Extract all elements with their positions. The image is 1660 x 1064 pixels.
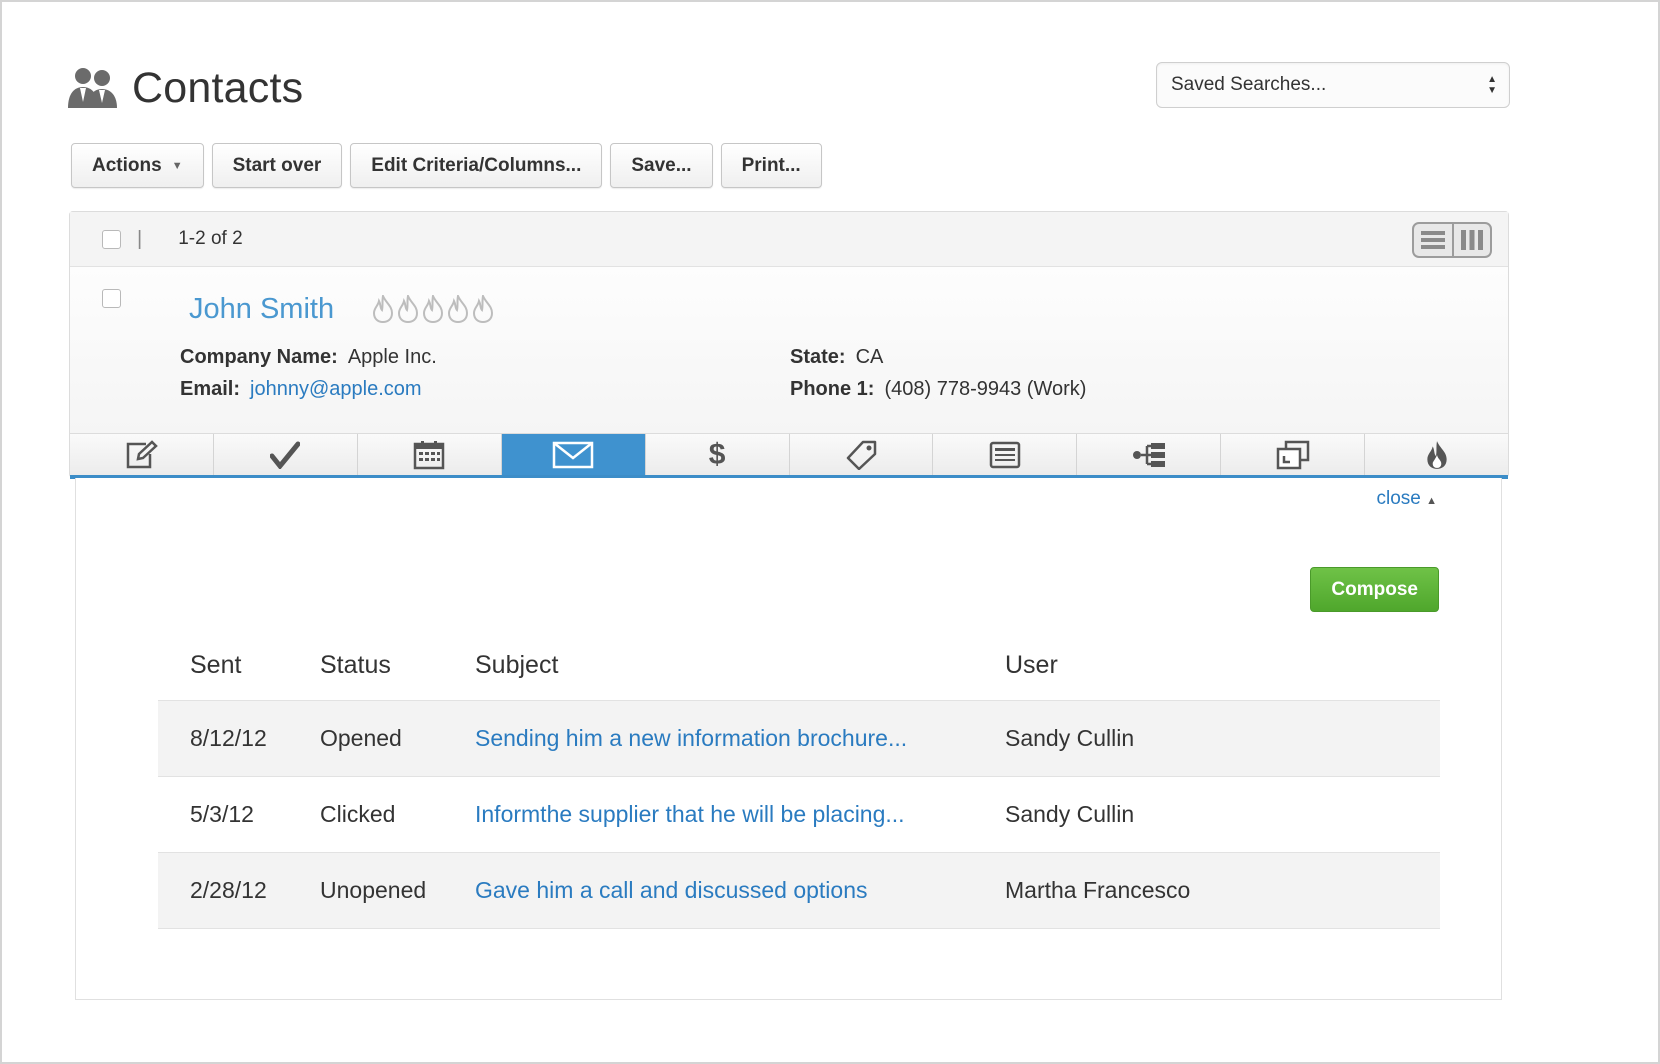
calendar-icon	[414, 440, 445, 469]
status-cell: Unopened	[320, 852, 475, 929]
table-row[interactable]: 2/28/12 Unopened Gave him a call and dis…	[158, 852, 1440, 929]
lead-score-rating[interactable]	[372, 295, 494, 323]
column-header-sent[interactable]: Sent	[158, 632, 320, 701]
result-range: 1-2 of 2	[178, 228, 243, 249]
subject-link[interactable]: Gave him a call and discussed options	[475, 877, 868, 903]
contact-row: John Smith Company Name: Apple Inc. Email…	[70, 267, 1508, 433]
sent-cell: 8/12/12	[158, 700, 320, 777]
subject-cell: Sending him a new information brochure..…	[475, 700, 1005, 777]
start-over-button[interactable]: Start over	[211, 143, 343, 188]
save-button[interactable]: Save...	[610, 143, 713, 188]
phone-value: (408) 778-9943 (Work)	[884, 378, 1087, 400]
actions-button[interactable]: Actions ▼	[71, 143, 204, 188]
sent-cell: 5/3/12	[158, 776, 320, 853]
caret-up-icon: ▲	[1426, 495, 1437, 507]
close-label: close	[1376, 488, 1421, 509]
user-cell: Martha Francesco	[1005, 852, 1440, 929]
status-cell: Clicked	[320, 776, 475, 853]
column-header-subject[interactable]: Subject	[475, 632, 1005, 701]
flame-rating-icon	[447, 295, 469, 323]
email-field: Email: johnny@apple.com	[180, 378, 422, 401]
flame-rating-icon	[472, 295, 494, 323]
column-view-icon[interactable]	[1451, 224, 1490, 256]
company-value: Apple Inc.	[347, 346, 437, 368]
subject-link[interactable]: Informthe supplier that he will be placi…	[475, 801, 905, 827]
table-header-row: Sent Status Subject User	[158, 632, 1440, 701]
page-title: Contacts	[132, 63, 304, 112]
dollar-icon: $	[708, 437, 726, 471]
contacts-icon	[68, 68, 117, 108]
state-label: State:	[790, 346, 846, 368]
caret-down-icon: ▼	[171, 159, 183, 172]
table-row[interactable]: 5/3/12 Clicked Informthe supplier that h…	[158, 776, 1440, 853]
tab-orders[interactable]: $	[646, 434, 790, 475]
flame-icon	[1426, 440, 1447, 469]
user-cell: Sandy Cullin	[1005, 700, 1440, 777]
tag-icon	[846, 440, 877, 470]
contact-list-panel: | 1-2 of 2 John Smith Company Name: Apple…	[69, 211, 1509, 479]
email-icon	[552, 441, 594, 468]
tab-tasks[interactable]	[214, 434, 358, 475]
subject-cell: Informthe supplier that he will be placi…	[475, 776, 1005, 853]
toolbar: Actions ▼ Start over Edit Criteria/Colum…	[71, 143, 822, 188]
tab-files[interactable]	[933, 434, 1078, 475]
phone-label: Phone 1:	[790, 378, 875, 400]
tab-notes[interactable]	[70, 434, 214, 475]
compose-button[interactable]: Compose	[1310, 567, 1439, 612]
edit-note-icon	[127, 439, 159, 468]
close-link[interactable]: close ▲	[1376, 488, 1437, 510]
tab-tags[interactable]	[790, 434, 934, 475]
list-header: | 1-2 of 2	[70, 212, 1508, 267]
table-row[interactable]: 8/12/12 Opened Sending him a new informa…	[158, 700, 1440, 777]
email-table: Sent Status Subject User 8/12/12 Opened …	[158, 632, 1440, 929]
email-link[interactable]: johnny@apple.com	[250, 378, 422, 400]
edit-criteria-button[interactable]: Edit Criteria/Columns...	[350, 143, 603, 188]
sent-cell: 2/28/12	[158, 852, 320, 929]
duplicate-icon	[1276, 440, 1309, 469]
column-header-user[interactable]: User	[1005, 632, 1440, 701]
column-header-status[interactable]: Status	[320, 632, 475, 701]
checkmark-icon	[270, 441, 301, 469]
state-value: CA	[855, 346, 884, 368]
subject-link[interactable]: Sending him a new information brochure..…	[475, 725, 907, 751]
actions-label: Actions	[92, 154, 162, 176]
contact-name-link[interactable]: John Smith	[189, 293, 334, 326]
page-header: Contacts	[66, 62, 303, 114]
company-label: Company Name:	[180, 346, 338, 368]
email-label: Email:	[180, 378, 241, 400]
flame-rating-icon	[372, 295, 394, 323]
contact-checkbox[interactable]	[102, 289, 121, 308]
flame-rating-icon	[397, 295, 419, 323]
list-view-icon[interactable]	[1414, 224, 1452, 256]
phone-field: Phone 1: (408) 778-9943 (Work)	[790, 378, 1086, 401]
view-toggle[interactable]	[1412, 222, 1492, 258]
state-field: State: CA	[790, 346, 883, 369]
select-all-checkbox[interactable]	[102, 229, 121, 249]
status-cell: Opened	[320, 700, 475, 777]
document-icon	[989, 441, 1021, 468]
email-detail-panel: close ▲ Compose Sent Status Subject User…	[75, 478, 1502, 1000]
divider: |	[137, 227, 143, 250]
flame-rating-icon	[422, 295, 444, 323]
tab-appointments[interactable]	[358, 434, 502, 475]
contact-tabstrip: $	[70, 433, 1508, 479]
company-field: Company Name: Apple Inc.	[180, 346, 437, 369]
tab-relationships[interactable]	[1077, 434, 1222, 475]
tab-duplicates[interactable]	[1221, 434, 1366, 475]
hierarchy-icon	[1132, 442, 1165, 467]
saved-searches-label: Saved Searches...	[1171, 74, 1327, 95]
print-button[interactable]: Print...	[720, 143, 822, 188]
tab-emails[interactable]	[501, 434, 646, 475]
saved-searches-select[interactable]: Saved Searches... ▲ ▼	[1156, 62, 1510, 108]
subject-cell: Gave him a call and discussed options	[475, 852, 1005, 929]
tab-lead-score[interactable]	[1365, 434, 1508, 475]
select-arrows-icon: ▲ ▼	[1487, 74, 1497, 96]
user-cell: Sandy Cullin	[1005, 776, 1440, 853]
